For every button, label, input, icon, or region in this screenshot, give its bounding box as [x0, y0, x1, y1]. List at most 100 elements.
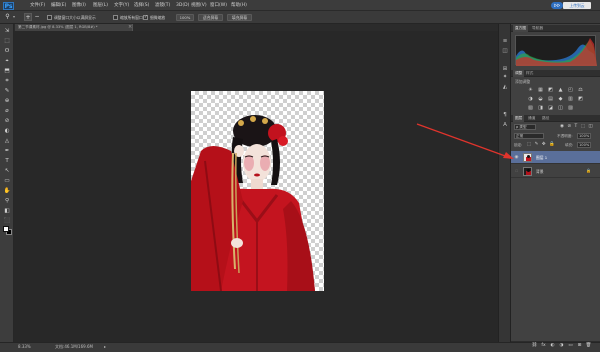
tool-icon[interactable]: ✎: [3, 88, 11, 95]
tab-layers[interactable]: 图层: [513, 115, 525, 122]
tool-icon[interactable]: ⬛: [3, 218, 11, 225]
tab-styles[interactable]: 样式: [524, 70, 535, 77]
zoom-100-button[interactable]: 100%: [176, 14, 194, 21]
tool-icon[interactable]: ✒: [3, 148, 11, 155]
tab-histogram[interactable]: 直方图: [513, 25, 529, 32]
tool-icon[interactable]: ⬒: [3, 68, 11, 75]
tool-icon[interactable]: ⚲: [3, 198, 11, 205]
tool-icon[interactable]: ▭: [3, 178, 11, 185]
layer-action-icon[interactable]: ◑: [558, 343, 565, 349]
layer-1-name[interactable]: 图层 1: [536, 155, 547, 160]
adjustment-icon[interactable]: ▦: [537, 87, 544, 93]
panel-toggle-icon[interactable]: ⊞: [501, 66, 509, 73]
background-layer-name[interactable]: 背景: [536, 169, 544, 174]
tab-paths[interactable]: 路径: [540, 115, 551, 122]
opacity-input[interactable]: 100%: [577, 133, 591, 139]
layer-filter-select[interactable]: ρ 类型: [514, 124, 536, 130]
adjustment-icon[interactable]: ▥: [567, 96, 574, 102]
menu-item[interactable]: 3D(D): [176, 3, 189, 9]
background-visibility-toggle[interactable]: ▫: [514, 169, 519, 174]
status-menu-arrow-icon[interactable]: ▸: [104, 344, 106, 350]
tab-channels[interactable]: 通道: [526, 115, 537, 122]
tool-icon[interactable]: ⌀: [3, 108, 11, 115]
document-tab[interactable]: 第二节课素材.jpg @ 8.33% (图层 1, RGB/8#) *: [15, 24, 133, 31]
tool-preset-arrow-icon[interactable]: ▾: [13, 13, 17, 21]
layer-1-thumbnail: [523, 153, 532, 162]
foreground-color-swatch[interactable]: [3, 226, 9, 232]
menu-item[interactable]: 窗口(W): [210, 3, 227, 9]
panel-toggle-icon[interactable]: ≡: [501, 38, 509, 45]
fill-screen-button[interactable]: 填充屏幕: [227, 14, 252, 21]
menu-item[interactable]: 视图(V): [191, 3, 207, 9]
layer-action-icon[interactable]: fx: [540, 343, 547, 349]
panel-toggle-icon[interactable]: ¶: [501, 112, 509, 119]
layer-visibility-eye-icon[interactable]: ◉: [514, 155, 519, 160]
layer-action-icon[interactable]: ▭: [567, 343, 574, 349]
adjustment-icon[interactable]: ◫: [557, 105, 564, 111]
document-canvas[interactable]: [191, 91, 324, 291]
tool-icon[interactable]: ◐: [3, 128, 11, 135]
adjustment-icon[interactable]: ◆: [557, 96, 564, 102]
adjustment-icon[interactable]: ◒: [537, 96, 544, 102]
panel-toggle-icon[interactable]: ◭: [501, 84, 509, 91]
lock-options-icons[interactable]: ⬚ ✎ ✥ 🔒: [527, 142, 556, 148]
tool-icon[interactable]: ◧: [3, 208, 11, 215]
menu-item[interactable]: 文字(Y): [114, 3, 129, 9]
menu-item[interactable]: 文件(F): [30, 3, 45, 9]
layer-action-icon[interactable]: ⛓: [531, 343, 538, 349]
adjustment-icon[interactable]: ◪: [547, 105, 554, 111]
adjustment-icon[interactable]: ◩: [547, 87, 554, 93]
panel-toggle-icon[interactable]: ✦: [501, 74, 509, 81]
adjustment-icon[interactable]: ▲: [557, 87, 564, 93]
layer-action-icon[interactable]: 🗑: [585, 343, 592, 349]
cloud-icon[interactable]: ᐅᐅ: [551, 2, 563, 9]
tool-icon[interactable]: ⌗: [3, 78, 11, 85]
tool-icon[interactable]: ⬚: [3, 38, 11, 45]
tool-icon[interactable]: ✋: [3, 188, 11, 195]
tool-icon[interactable]: T: [3, 158, 11, 165]
menu-item[interactable]: 图层(L): [93, 3, 108, 9]
zoom-all-windows-label: 缩放所有窗口: [120, 14, 143, 20]
close-tab-icon[interactable]: ×: [128, 24, 133, 31]
adjustment-icon[interactable]: ◑: [527, 96, 534, 102]
blend-mode-select[interactable]: 正常: [514, 133, 544, 139]
tool-icon[interactable]: ⇲: [3, 28, 11, 35]
share-button[interactable]: 上传到云: [563, 2, 591, 9]
zoom-tool-icon[interactable]: ⚲: [3, 13, 12, 21]
menu-item[interactable]: 编辑(E): [51, 3, 66, 9]
zoom-out-button[interactable]: −: [33, 13, 41, 21]
layer-action-icon[interactable]: ◐: [549, 343, 556, 349]
tool-icon[interactable]: ʘ: [3, 48, 11, 55]
adjustment-icon[interactable]: ⚖: [577, 87, 584, 93]
scrubby-zoom-checkbox[interactable]: [143, 14, 148, 20]
menu-item[interactable]: 图像(I): [72, 3, 86, 9]
tool-icon[interactable]: ⊘: [3, 118, 11, 125]
menu-item[interactable]: 滤镜(T): [155, 3, 170, 9]
adjustment-icon[interactable]: ◰: [567, 87, 574, 93]
panel-toggle-icon[interactable]: A: [501, 122, 509, 129]
layer-filter-icons[interactable]: ◉ ⊘ T ⬚ ◫: [560, 124, 596, 130]
adjustment-icon[interactable]: ☀: [527, 87, 534, 93]
zoom-in-button[interactable]: +: [24, 13, 32, 21]
adjustment-icon[interactable]: ◩: [577, 96, 584, 102]
tool-icon[interactable]: ⌖: [3, 58, 11, 65]
tab-navigator[interactable]: 导航器: [530, 25, 545, 32]
tool-icon[interactable]: ◬: [3, 138, 11, 145]
tab-adjustments[interactable]: 调整: [513, 70, 525, 77]
tool-icon[interactable]: ⊕: [3, 98, 11, 105]
panel-toggle-icon[interactable]: ◫: [501, 48, 509, 55]
resize-windows-checkbox[interactable]: [47, 14, 52, 20]
adjustment-icon[interactable]: ▧: [527, 105, 534, 111]
adjustment-icon[interactable]: ▨: [567, 105, 574, 111]
fill-input[interactable]: 100%: [577, 142, 591, 148]
menu-item[interactable]: 帮助(H): [231, 3, 247, 9]
layer-action-icon[interactable]: ⊞: [576, 343, 583, 349]
zoom-level[interactable]: 8.33%: [18, 344, 31, 350]
adjustment-icon[interactable]: ▤: [547, 96, 554, 102]
menu-item[interactable]: 选择(S): [134, 3, 149, 9]
tool-icon[interactable]: ↖: [3, 168, 11, 175]
adjustment-icon[interactable]: ◨: [537, 105, 544, 111]
fit-screen-button[interactable]: 适合屏幕: [198, 14, 223, 21]
layers-bottom-bar: [511, 341, 600, 342]
zoom-all-windows-checkbox[interactable]: [113, 14, 118, 20]
